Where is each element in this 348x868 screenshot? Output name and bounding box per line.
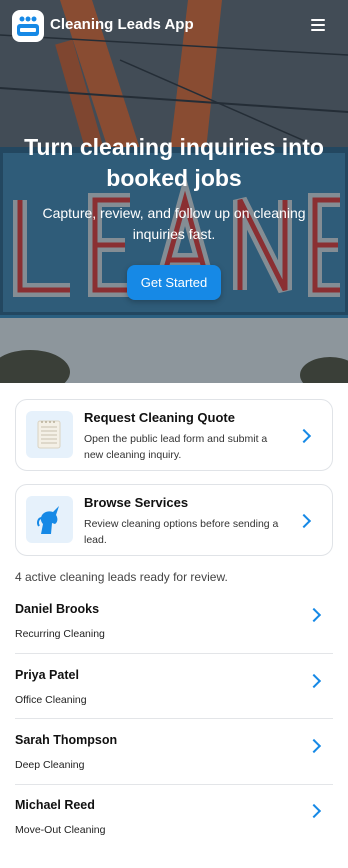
cleaning-appliance-icon[interactable]	[12, 10, 44, 42]
chevron-right-icon	[306, 673, 322, 689]
card-title: Request Cleaning Quote	[84, 410, 235, 425]
chevron-right-icon	[306, 803, 322, 819]
notepad-icon	[26, 411, 73, 458]
active-leads-summary: 4 active cleaning leads ready for review…	[15, 570, 228, 584]
divider	[15, 784, 333, 785]
hero-section: Cleaning Leads App Turn cleaning inquiri…	[0, 0, 348, 383]
card-description: Open the public lead form and submit a n…	[84, 433, 268, 461]
hamburger-menu-icon[interactable]	[308, 16, 330, 34]
browse-services-card[interactable]: Browse Services Review cleaning options …	[15, 484, 333, 556]
lead-service: Deep Cleaning	[15, 759, 85, 771]
lead-row-sarah-thompson[interactable]: Sarah Thompson Deep Cleaning	[15, 733, 333, 797]
card-description: Review cleaning options before sending a…	[84, 518, 279, 546]
divider	[15, 718, 333, 719]
card-title: Browse Services	[84, 495, 189, 510]
lead-name: Daniel Brooks	[15, 602, 100, 616]
divider	[15, 653, 333, 654]
lead-name: Michael Reed	[15, 798, 95, 812]
get-started-button[interactable]: Get Started	[127, 265, 221, 300]
lead-row-priya-patel[interactable]: Priya Patel Office Cleaning	[15, 668, 333, 732]
top-navigation-bar: Cleaning Leads App	[0, 0, 348, 52]
lead-name: Sarah Thompson	[15, 733, 118, 747]
chevron-right-icon	[296, 428, 312, 444]
chevron-right-icon	[296, 513, 312, 529]
lead-service: Move-Out Cleaning	[15, 824, 106, 836]
lead-service: Recurring Cleaning	[15, 628, 105, 640]
hero-title: Turn cleaning inquiries into booked jobs	[24, 134, 324, 191]
unicorn-icon	[26, 496, 73, 543]
chevron-right-icon	[306, 738, 322, 754]
lead-service: Office Cleaning	[15, 694, 87, 706]
lead-row-daniel-brooks[interactable]: Daniel Brooks Recurring Cleaning	[15, 602, 333, 666]
chevron-right-icon	[306, 607, 322, 623]
lead-name: Priya Patel	[15, 668, 79, 682]
hero-subtitle: Capture, review, and follow up on cleani…	[42, 205, 306, 242]
app-title: Cleaning Leads App	[50, 16, 194, 33]
lead-row-michael-reed[interactable]: Michael Reed Move-Out Cleaning	[15, 798, 333, 862]
request-quote-card[interactable]: Request Cleaning Quote Open the public l…	[15, 399, 333, 471]
